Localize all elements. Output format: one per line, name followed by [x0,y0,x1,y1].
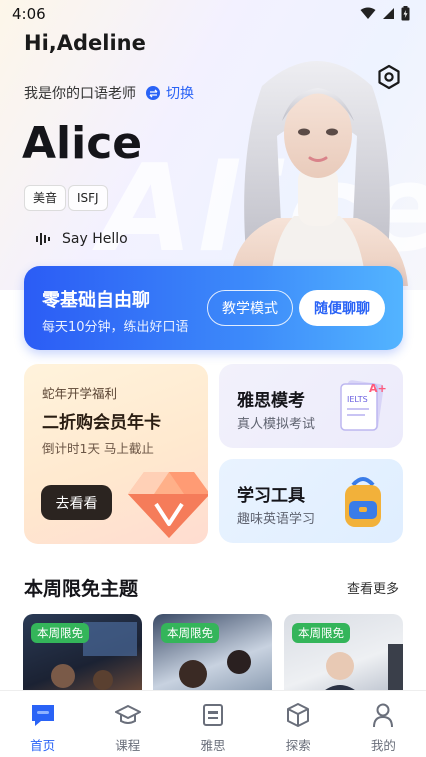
battery-icon [401,6,410,21]
status-time: 4:06 [12,5,46,23]
tab-home-label: 首页 [30,738,56,753]
ielts-paper-icon: IELTS A+ [340,380,387,431]
say-hello-label: Say Hello [62,231,128,247]
tab-home[interactable]: 首页 [0,691,85,757]
free-badge: 本周限免 [292,623,350,643]
tab-courses[interactable]: 课程 [85,691,170,757]
chat-banner-title: 零基础自由聊 [42,290,150,311]
status-icons [360,6,410,21]
tab-ielts-label: 雅思 [200,738,226,753]
theme-card-meeting[interactable]: 本周限免 [153,614,272,694]
home-chat-icon [28,701,58,729]
signal-icon [383,8,394,19]
svg-text:IELTS: IELTS [347,395,368,404]
greeting-title: Hi,Adeline [24,31,146,55]
settings-hexagon-icon [378,64,400,90]
teaching-mode-button[interactable]: 教学模式 [207,290,293,326]
voice-wave-icon [36,233,50,245]
view-more-link[interactable]: 查看更多 [347,578,399,597]
bottom-tab-bar: 首页 课程 雅思 探索 我的 [0,690,426,757]
teacher-intro-row: 我是你的口语老师 切换 [24,83,194,103]
person-icon [368,701,398,729]
switch-icon [146,86,160,100]
cube-icon [283,701,313,729]
study-tools-card[interactable]: 学习工具 趣味英语学习 [219,459,403,543]
free-chat-banner[interactable]: 零基础自由聊 每天10分钟，练出好口语 教学模式 随便聊聊 [24,266,403,350]
teacher-intro-text: 我是你的口语老师 [24,86,136,102]
weekly-free-title: 本周限免主题 [24,578,139,600]
tab-explore[interactable]: 探索 [256,691,341,757]
tab-courses-label: 课程 [115,738,141,753]
status-bar: 4:06 [0,0,426,28]
diamond-icon [128,472,208,538]
ielts-card-title: 雅思模考 [237,391,305,411]
switch-label: 切换 [166,86,194,102]
accent-tag: 美音 [24,185,67,211]
wifi-icon [360,7,376,19]
tab-profile[interactable]: 我的 [341,691,426,757]
ielts-book-icon [198,701,228,729]
promo-title: 二折购会员年卡 [42,413,161,433]
settings-button[interactable] [374,62,404,92]
tools-card-subtitle: 趣味英语学习 [237,512,316,527]
free-badge: 本周限免 [31,623,89,643]
free-chat-button[interactable]: 随便聊聊 [299,290,385,326]
tab-profile-label: 我的 [370,738,396,753]
tab-explore-label: 探索 [285,738,311,753]
teacher-name: Alice [22,118,143,169]
promo-subtitle: 蛇年开学福利 [42,386,118,401]
membership-promo-card[interactable]: 蛇年开学福利 二折购会员年卡 倒计时1天 马上截止 去看看 [24,364,208,544]
svg-text:A+: A+ [369,382,387,395]
tools-card-title: 学习工具 [237,486,305,506]
chat-banner-subtitle: 每天10分钟，练出好口语 [42,320,189,335]
personality-tag: ISFJ [68,185,108,211]
switch-teacher-button[interactable]: 切换 [146,83,194,103]
ielts-card-subtitle: 真人模拟考试 [237,417,316,432]
theme-card-business[interactable]: 本周限免 [284,614,403,694]
say-hello-button[interactable]: Say Hello [26,224,138,254]
promo-view-button[interactable]: 去看看 [41,485,112,520]
backpack-icon [345,477,381,527]
tab-ielts[interactable]: 雅思 [170,691,255,757]
free-badge: 本周限免 [161,623,219,643]
theme-card-cinema[interactable]: 本周限免 [23,614,142,694]
ielts-mock-card[interactable]: 雅思模考 真人模拟考试 IELTS A+ [219,364,403,448]
graduation-cap-icon [113,701,143,729]
